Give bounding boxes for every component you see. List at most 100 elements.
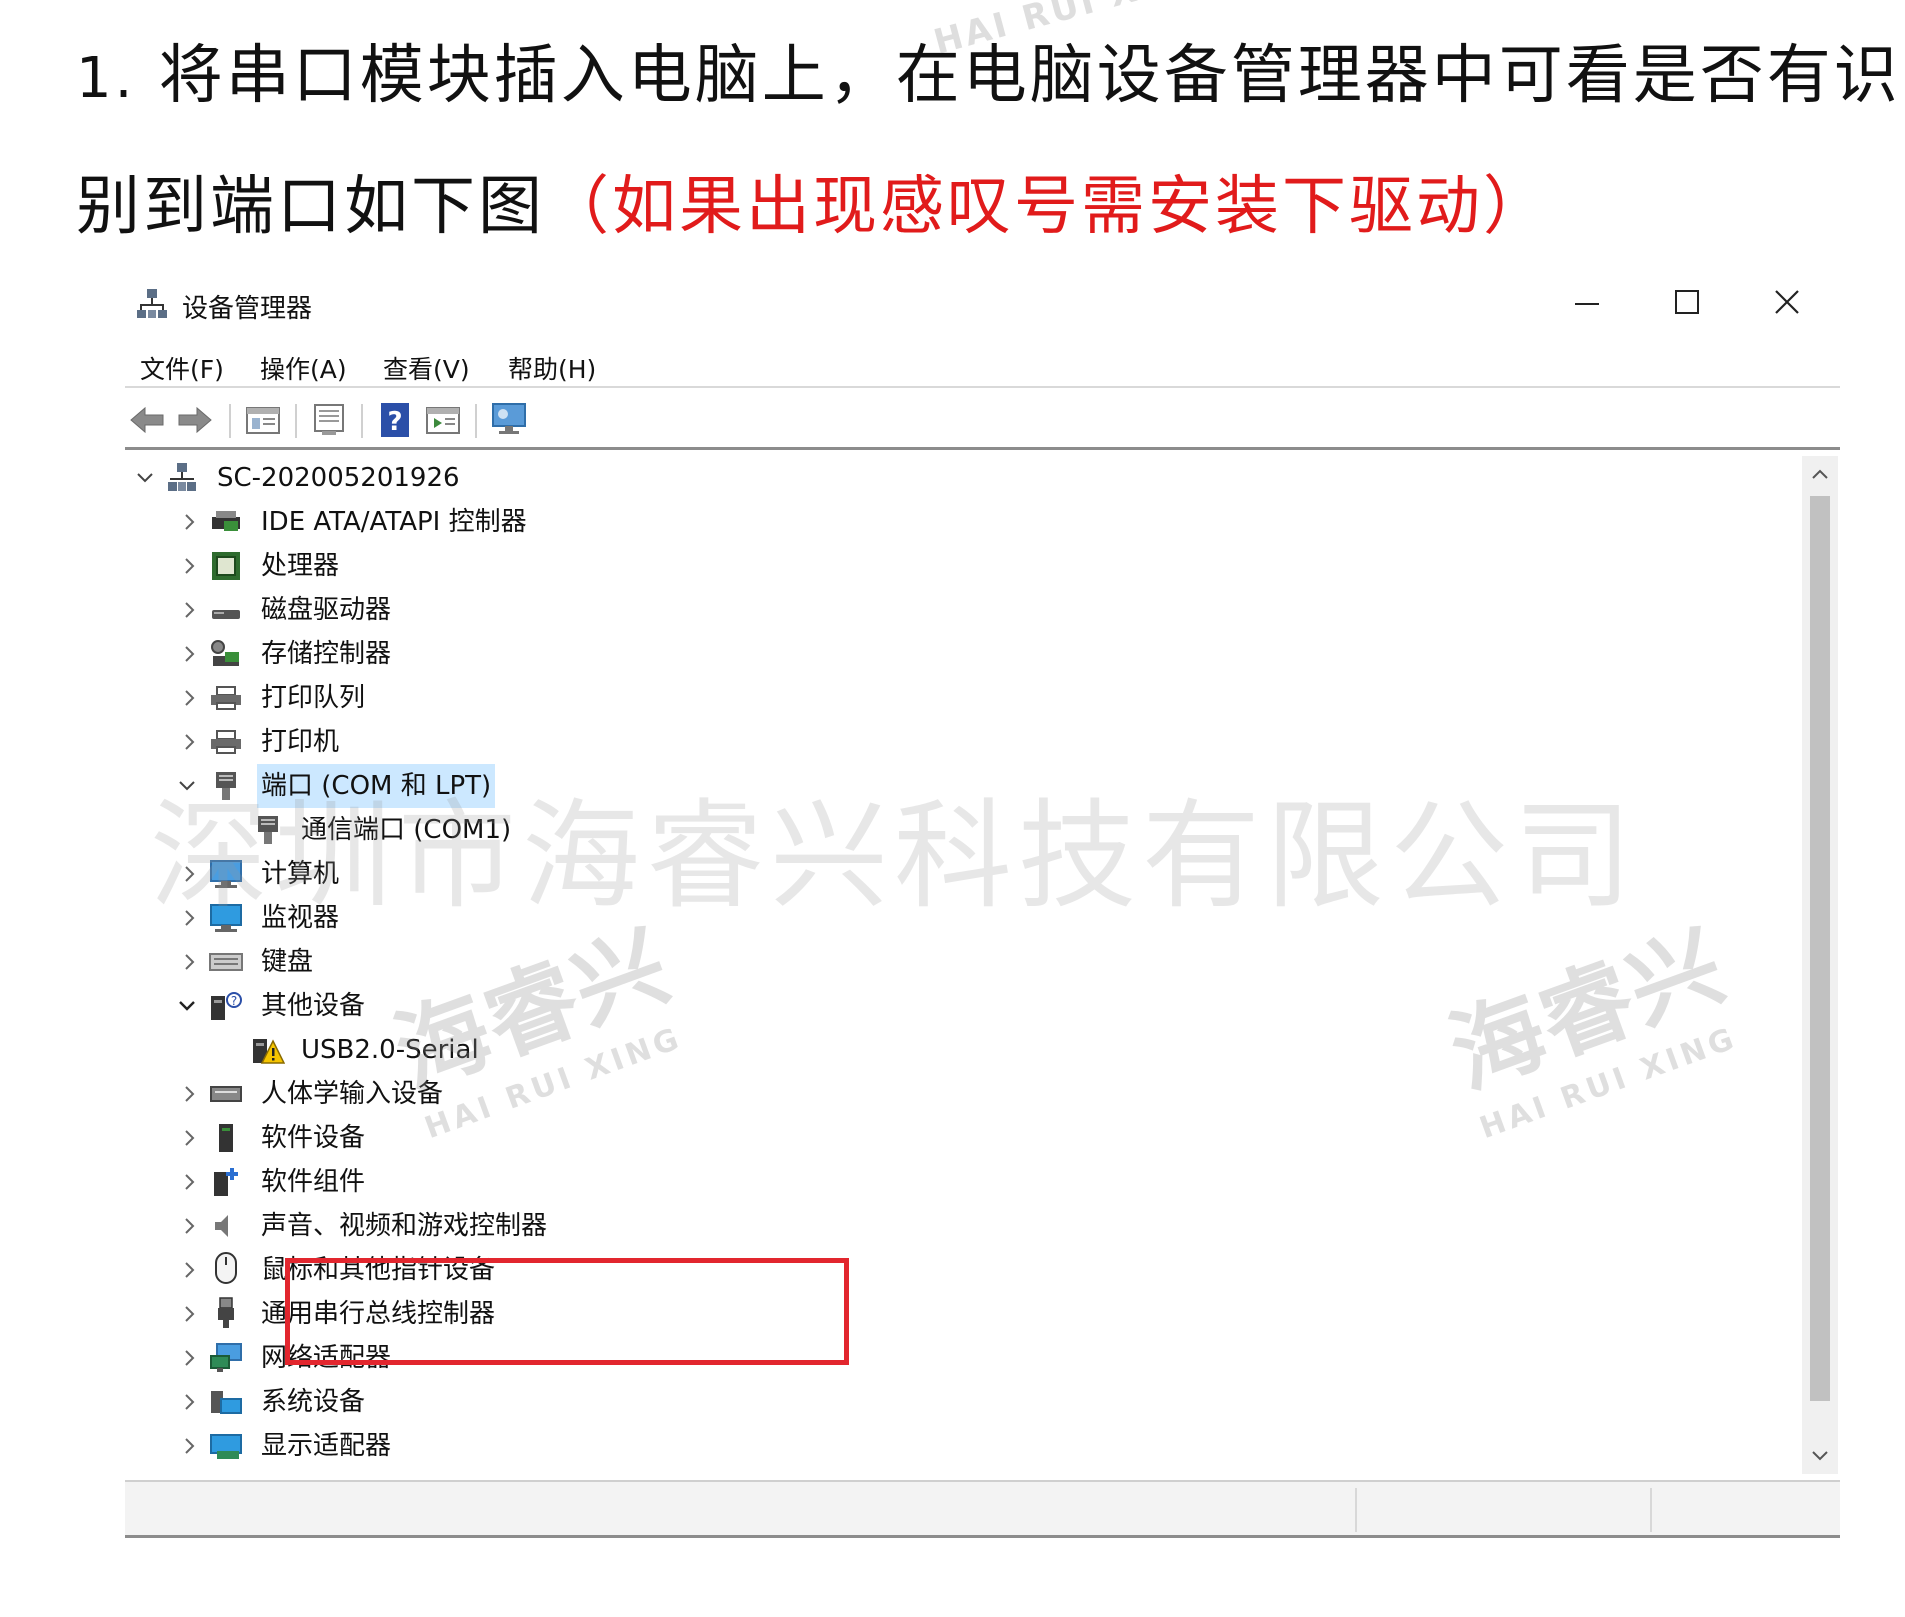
tree-item-label: 处理器 bbox=[261, 551, 340, 581]
tree-item-label: 通用串行总线控制器 bbox=[261, 1299, 496, 1329]
instruction-text-1: 将串口模块插入电脑上，在电脑设备管理器中可看是否有识 bbox=[158, 39, 1901, 113]
tree-item-software-component[interactable]: 软件组件 bbox=[125, 1160, 825, 1204]
menu-file[interactable]: 文件(F) bbox=[140, 350, 224, 386]
software-device-icon bbox=[209, 1121, 243, 1155]
menu-bar: 文件(F) 操作(A) 查看(V) 帮助(H) bbox=[125, 348, 1840, 388]
help-icon: ? bbox=[381, 403, 409, 437]
software-component-icon bbox=[209, 1165, 243, 1199]
properties-button[interactable] bbox=[243, 400, 283, 440]
chevron-up-icon bbox=[1812, 469, 1828, 479]
tree-item-mouse[interactable]: 鼠标和其他指针设备 bbox=[125, 1248, 825, 1292]
instruction-line-1: 1. 将串口模块插入电脑上，在电脑设备管理器中可看是否有识 bbox=[76, 44, 1901, 108]
chevron-right-icon[interactable] bbox=[180, 1392, 200, 1412]
maximize-icon bbox=[1675, 290, 1699, 314]
svg-text:?: ? bbox=[231, 994, 237, 1008]
chevron-right-icon[interactable] bbox=[180, 1260, 200, 1280]
tree-item-print-queue[interactable]: 打印队列 bbox=[125, 676, 825, 720]
show-hide-icon bbox=[314, 404, 344, 435]
tree-item-label: 软件组件 bbox=[261, 1167, 366, 1197]
tree-item-label: 系统设备 bbox=[261, 1387, 366, 1417]
minimize-button[interactable] bbox=[1555, 278, 1619, 326]
device-manager-icon bbox=[137, 288, 167, 322]
chevron-right-icon[interactable] bbox=[180, 952, 200, 972]
tree-root[interactable]: SC-202005201926 bbox=[125, 456, 725, 500]
back-button[interactable] bbox=[127, 400, 167, 440]
tree-item-label: 磁盘驱动器 bbox=[261, 595, 392, 625]
chevron-down-icon[interactable] bbox=[177, 996, 197, 1016]
tree-root-label: SC-202005201926 bbox=[217, 463, 460, 493]
tree-item-label: 网络适配器 bbox=[261, 1343, 392, 1373]
usb-serial-warning-icon bbox=[251, 1033, 285, 1067]
processor-icon bbox=[209, 549, 243, 583]
menu-help[interactable]: 帮助(H) bbox=[508, 350, 596, 386]
show-hide-button[interactable] bbox=[309, 400, 349, 440]
update-driver-button[interactable] bbox=[423, 400, 463, 440]
tree-item-label: 存储控制器 bbox=[261, 639, 392, 669]
tree-item-system[interactable]: 系统设备 bbox=[125, 1380, 825, 1424]
menu-action[interactable]: 操作(A) bbox=[260, 350, 347, 386]
scroll-down-button[interactable] bbox=[1802, 1438, 1838, 1474]
tree-item-label: 声音、视频和游戏控制器 bbox=[261, 1211, 548, 1241]
storage-controller-icon bbox=[209, 637, 243, 671]
vertical-scrollbar[interactable] bbox=[1802, 456, 1838, 1474]
instruction-text-2: 别到端口如下图 bbox=[76, 170, 545, 244]
window-title: 设备管理器 bbox=[182, 294, 313, 324]
close-button[interactable] bbox=[1755, 278, 1819, 326]
tree-item-usb-controller[interactable]: 通用串行总线控制器 bbox=[125, 1292, 825, 1336]
computer-root-icon bbox=[165, 460, 199, 494]
tree-item-processor[interactable]: 处理器 bbox=[125, 544, 825, 588]
tree-item-label: 打印机 bbox=[261, 727, 340, 757]
chevron-right-icon[interactable] bbox=[180, 644, 200, 664]
chevron-right-icon[interactable] bbox=[180, 1128, 200, 1148]
tree-item-label: 软件设备 bbox=[261, 1123, 366, 1153]
tree-item-network[interactable]: 网络适配器 bbox=[125, 1336, 825, 1380]
printer-icon bbox=[209, 725, 243, 759]
instruction-line-2: 别到端口如下图（如果出现感叹号需安装下驱动） bbox=[76, 175, 1550, 239]
minimize-icon bbox=[1575, 303, 1599, 305]
chevron-down-icon bbox=[1812, 1451, 1828, 1461]
chevron-right-icon[interactable] bbox=[180, 688, 200, 708]
chevron-right-icon[interactable] bbox=[180, 512, 200, 532]
forward-icon bbox=[178, 406, 212, 434]
network-adapter-icon bbox=[209, 1341, 243, 1375]
tree-item-display[interactable]: 显示适配器 bbox=[125, 1424, 825, 1468]
svg-text:?: ? bbox=[387, 407, 402, 437]
maximize-button[interactable] bbox=[1655, 278, 1719, 326]
title-bar[interactable]: 设备管理器 bbox=[125, 270, 1840, 332]
chevron-right-icon[interactable] bbox=[180, 1172, 200, 1192]
chevron-right-icon[interactable] bbox=[180, 556, 200, 576]
chevron-right-icon[interactable] bbox=[180, 1348, 200, 1368]
menu-view[interactable]: 查看(V) bbox=[383, 350, 470, 386]
tree-item-label: 其他设备 bbox=[261, 991, 366, 1021]
chevron-right-icon[interactable] bbox=[180, 1304, 200, 1324]
tree-item-ide[interactable]: IDE ATA/ATAPI 控制器 bbox=[125, 500, 825, 544]
step-number: 1. bbox=[76, 46, 136, 111]
chevron-right-icon[interactable] bbox=[180, 732, 200, 752]
chevron-right-icon[interactable] bbox=[180, 1436, 200, 1456]
status-bar bbox=[125, 1480, 1840, 1538]
hid-icon bbox=[209, 1077, 243, 1111]
chevron-right-icon[interactable] bbox=[180, 600, 200, 620]
tree-item-sound[interactable]: 声音、视频和游戏控制器 bbox=[125, 1204, 825, 1248]
tree-item-disk[interactable]: 磁盘驱动器 bbox=[125, 588, 825, 632]
back-icon bbox=[130, 406, 164, 434]
toolbar: ? bbox=[125, 394, 1840, 450]
scan-hardware-button[interactable] bbox=[489, 400, 529, 440]
chevron-right-icon[interactable] bbox=[180, 1084, 200, 1104]
chevron-right-icon[interactable] bbox=[180, 1216, 200, 1236]
properties-icon bbox=[246, 407, 280, 434]
usb-controller-icon bbox=[209, 1296, 243, 1330]
chevron-down-icon[interactable] bbox=[135, 468, 155, 488]
tree-item-label: IDE ATA/ATAPI 控制器 bbox=[261, 507, 527, 537]
instruction-note: （如果出现感叹号需安装下驱动） bbox=[545, 170, 1550, 244]
tree-item-label: 鼠标和其他指针设备 bbox=[261, 1255, 496, 1285]
forward-button[interactable] bbox=[175, 400, 215, 440]
watermark-company: 深圳市海睿兴科技有限公司 bbox=[150, 787, 1639, 925]
tree-item-storage[interactable]: 存储控制器 bbox=[125, 632, 825, 676]
tree-item-label: 显示适配器 bbox=[261, 1431, 392, 1461]
scroll-up-button[interactable] bbox=[1802, 456, 1838, 492]
tree-item-printer[interactable]: 打印机 bbox=[125, 720, 825, 764]
help-button[interactable]: ? bbox=[375, 400, 415, 440]
update-driver-icon bbox=[426, 407, 460, 434]
scrollbar-thumb[interactable] bbox=[1810, 496, 1830, 1401]
